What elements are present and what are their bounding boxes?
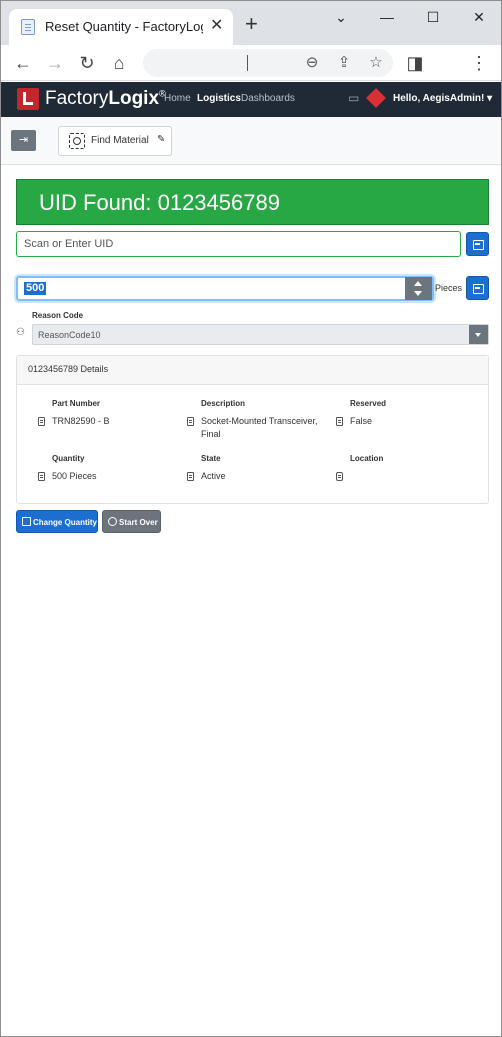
change-quantity-label: Change Quantity	[33, 518, 98, 527]
part-number-value: TRN82590 - B	[52, 416, 110, 426]
app-navbar: FactoryLogix® Home Logistics Dashboards …	[1, 82, 501, 117]
decrement-arrow-icon[interactable]	[414, 291, 422, 296]
zoom-icon[interactable]: ⊖	[301, 52, 323, 74]
maximize-button[interactable]: ☐	[421, 7, 445, 27]
quantity-input-value: 500	[24, 282, 47, 295]
nav-link-dashboards[interactable]: Dashboards	[241, 93, 295, 104]
action-bar: ⇥ Find Material ✎	[1, 117, 501, 165]
back-arrow-icon[interactable]: ←	[11, 51, 35, 75]
forward-arrow-icon[interactable]: →	[43, 51, 67, 75]
browser-toolbar: ← → ↻ ⌂ ⊖ ⇪ ☆ ◨ ⋮	[1, 45, 501, 81]
reason-code-value: ReasonCode10	[38, 330, 101, 340]
details-card: 0123456789 Details Part Number TRN82590 …	[16, 355, 489, 504]
state-value: Active	[201, 471, 226, 481]
page-favicon-icon	[21, 19, 35, 35]
storage-location-icon	[336, 472, 343, 481]
quantity-stepper[interactable]	[405, 277, 432, 300]
reload-icon[interactable]: ↻	[75, 51, 99, 75]
address-bar-separator	[247, 55, 248, 71]
alert-diamond-icon[interactable]	[366, 88, 386, 108]
description-value: Socket-Mounted Transceiver, Final	[201, 416, 318, 439]
quantity-label: Quantity	[52, 454, 85, 463]
start-over-button[interactable]: Start Over	[102, 510, 161, 533]
quantity-value: 500 Pieces	[52, 471, 97, 481]
side-panel-icon[interactable]: ◨	[403, 51, 427, 75]
start-over-label: Start Over	[119, 518, 158, 527]
quantity-input[interactable]: 500	[16, 276, 434, 301]
brand-name[interactable]: FactoryLogix®	[45, 88, 166, 110]
factorylogix-logo-icon[interactable]	[17, 88, 39, 110]
minimize-button[interactable]: —	[375, 7, 399, 27]
reserved-label: Reserved	[350, 399, 387, 408]
reserved-value: False	[350, 416, 373, 426]
details-title: 0123456789 Details	[28, 364, 109, 374]
submit-quantity-button[interactable]	[466, 276, 489, 300]
pin-icon[interactable]: ✎	[157, 134, 165, 145]
document-icon	[38, 472, 45, 481]
location-label: Location	[350, 454, 384, 463]
tab-search-chevron-icon[interactable]: ⌄	[329, 7, 353, 27]
restart-icon	[108, 517, 117, 526]
document-icon	[187, 417, 194, 426]
details-card-header: 0123456789 Details	[17, 356, 488, 385]
uid-input[interactable]	[16, 231, 461, 257]
document-icon	[336, 417, 343, 426]
chevron-down-icon[interactable]	[469, 325, 488, 344]
nav-link-home[interactable]: Home	[164, 93, 191, 104]
submit-icon	[22, 517, 31, 526]
brand-name-bold: Logix	[108, 88, 160, 109]
browser-tab[interactable]: Reset Quantity - FactoryLogix ✕	[9, 9, 233, 45]
uid-found-text: UID Found: 0123456789	[39, 190, 280, 215]
user-key-icon: ⚇	[16, 327, 25, 338]
reason-code-select[interactable]: ReasonCode10	[32, 324, 489, 345]
share-icon[interactable]: ⇪	[333, 52, 355, 74]
nav-link-logistics[interactable]: Logistics	[197, 93, 241, 104]
user-menu[interactable]: Hello, AegisAdmin! ▾	[393, 93, 492, 104]
state-label: State	[201, 454, 221, 463]
tab-title: Reset Quantity - FactoryLogix	[45, 19, 203, 34]
document-icon	[38, 417, 45, 426]
change-quantity-button[interactable]: Change Quantity	[16, 510, 98, 533]
uid-found-banner: UID Found: 0123456789	[16, 179, 489, 225]
monitor-icon[interactable]: ▭	[348, 91, 359, 105]
bookmark-star-icon[interactable]: ☆	[365, 52, 387, 74]
increment-arrow-icon[interactable]	[414, 281, 422, 286]
part-number-label: Part Number	[52, 399, 101, 408]
collapse-sidebar-button[interactable]: ⇥	[11, 130, 36, 151]
tab-close-icon[interactable]: ✕	[210, 17, 223, 35]
find-material-label: Find Material	[91, 135, 149, 146]
browser-window: Reset Quantity - FactoryLogix ✕ + ⌄ — ☐ …	[0, 0, 502, 1037]
home-icon[interactable]: ⌂	[107, 51, 131, 75]
scan-search-icon	[69, 133, 85, 149]
description-label: Description	[201, 399, 246, 408]
reason-code-label: Reason Code	[32, 311, 84, 320]
address-bar[interactable]: ⊖ ⇪ ☆	[143, 49, 393, 77]
browser-menu-icon[interactable]: ⋮	[467, 51, 491, 75]
find-material-button[interactable]: Find Material ✎	[58, 126, 172, 156]
submit-uid-button[interactable]	[466, 232, 489, 256]
brand-name-regular: Factory	[45, 88, 109, 109]
document-icon	[187, 472, 194, 481]
browser-titlebar: Reset Quantity - FactoryLogix ✕ + ⌄ — ☐ …	[1, 1, 501, 45]
new-tab-button[interactable]: +	[245, 13, 258, 35]
pieces-unit-label: Pieces	[435, 283, 463, 293]
close-window-button[interactable]: ✕	[467, 7, 491, 27]
